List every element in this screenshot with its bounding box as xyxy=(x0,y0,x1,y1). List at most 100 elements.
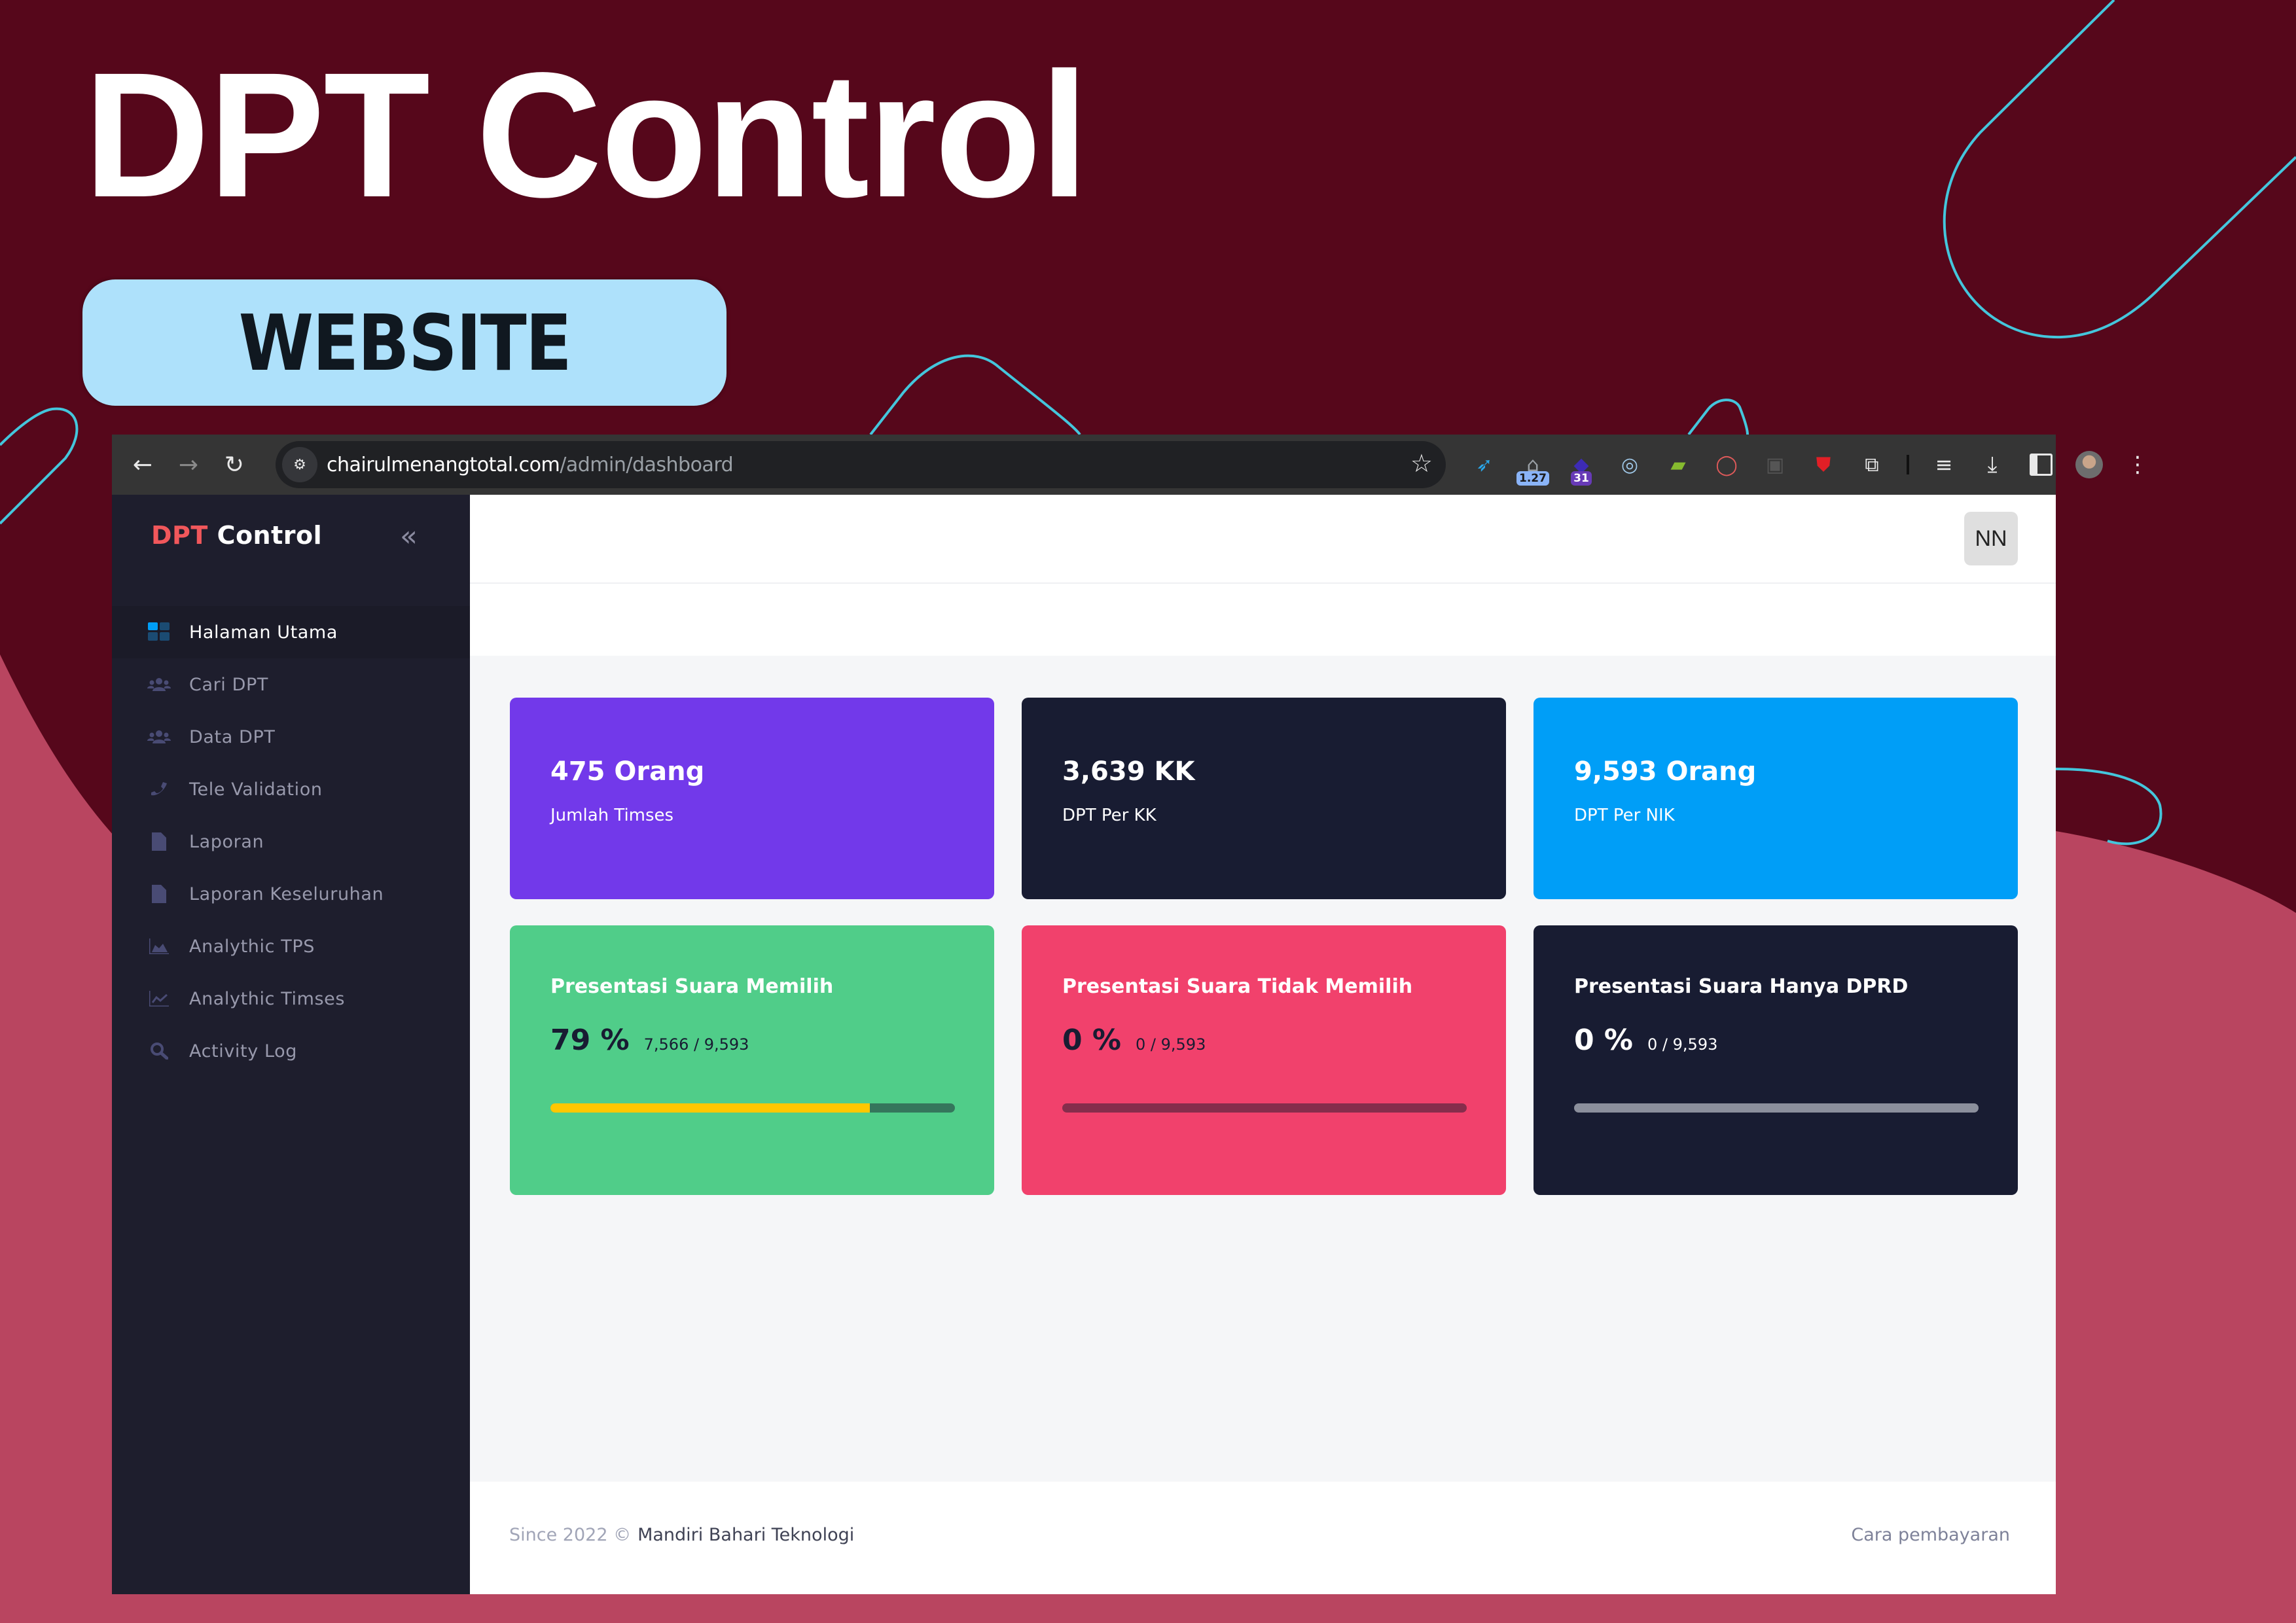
download-icon: ⤓ xyxy=(1987,452,1998,478)
sidebar-item-label: Cari DPT xyxy=(189,674,268,695)
browser-window: ← → ↻ ⚙ chairulmenangtotal.com/admin/das… xyxy=(112,435,2149,1594)
arrow-left-icon: ← xyxy=(132,451,153,478)
side-panel-icon xyxy=(2029,454,2053,476)
extension-calendar-button[interactable]: ◆ 31 xyxy=(1557,435,1605,495)
extension-ring-button[interactable]: ◎ xyxy=(1605,435,1654,495)
percentage-row: 0 % 0 / 9,593 xyxy=(1062,1024,1206,1057)
toolbar-separator xyxy=(1907,455,1909,474)
media-control-button[interactable]: ≡ xyxy=(1920,435,1968,495)
extension-xml-icon: ▰ xyxy=(1670,453,1686,476)
stat-card: 9,593 Orang DPT Per NIK xyxy=(1534,698,2018,899)
sidebar-item-analythic-tps[interactable]: Analythic TPS xyxy=(112,920,470,972)
search-icon xyxy=(146,1041,172,1061)
footer-copyright: Since 2022 © Mandiri Bahari Teknologi xyxy=(509,1525,854,1545)
extension-selenium-icon: ▣ xyxy=(1765,453,1785,476)
extension-opera-button[interactable]: ◯ xyxy=(1702,435,1751,495)
extension-badge: 31 xyxy=(1571,471,1592,486)
downloads-button[interactable]: ⤓ xyxy=(1968,435,2017,495)
percentage-card: Presentasi Suara Tidak Memilih 0 % 0 / 9,5… xyxy=(1022,925,1506,1195)
profile-button[interactable] xyxy=(2065,435,2113,495)
percentage-card: Presentasi Suara Hanya DPRD 0 % 0 / 9,593 xyxy=(1534,925,2018,1195)
url-text[interactable]: chairulmenangtotal.com/admin/dashboard xyxy=(327,453,734,476)
extensions-area: ➶ ⌂ 1.27 ◆ 31 ◎ ▰ ◯ ▣ ⛊ ⧉ ≡ ⤓ ⋮ xyxy=(1460,435,2162,495)
extension-csp-button[interactable]: ⛊ xyxy=(1799,435,1848,495)
progress-bar xyxy=(550,1103,955,1113)
file-icon xyxy=(146,884,172,904)
sidebar-item-laporan-keseluruhan[interactable]: Laporan Keseluruhan xyxy=(112,868,470,920)
stat-card: 3,639 KK DPT Per KK xyxy=(1022,698,1506,899)
footer: Since 2022 © Mandiri Bahari Teknologi Car… xyxy=(470,1482,2056,1594)
cyan-arch-center xyxy=(869,354,1081,436)
footer-payment-link[interactable]: Cara pembayaran xyxy=(1851,1525,2010,1545)
sidebar-item-label: Data DPT xyxy=(189,726,276,747)
user-avatar-button[interactable]: NN xyxy=(1964,512,2018,565)
sidebar-item-label: Analythic Timses xyxy=(189,988,346,1009)
cyan-loop-left xyxy=(0,407,79,525)
sidebar-item-tele-validation[interactable]: Tele Validation xyxy=(112,763,470,815)
sidebar-menu: Halaman Utama Cari DPT Data DPT Tele Valida… xyxy=(112,606,470,1077)
line-chart-icon xyxy=(146,989,172,1008)
area-chart-icon xyxy=(146,936,172,956)
extension-selenium-button[interactable]: ▣ xyxy=(1751,435,1799,495)
browser-menu-button[interactable]: ⋮ xyxy=(2113,435,2162,495)
percentage-card: Presentasi Suara Memilih 79 % 7,566 / 9,59… xyxy=(510,925,994,1195)
percentage-ratio: 7,566 / 9,593 xyxy=(643,1035,749,1054)
sidebar-item-analythic-timses[interactable]: Analythic Timses xyxy=(112,972,470,1025)
sidebar-item-label: Halaman Utama xyxy=(189,622,338,643)
extension-xml-button[interactable]: ▰ xyxy=(1654,435,1702,495)
percentage-value: 0 % xyxy=(1574,1024,1634,1057)
reload-icon: ↻ xyxy=(224,451,245,478)
footer-company-link[interactable]: Mandiri Bahari Teknologi xyxy=(637,1525,854,1545)
stat-value: 3,639 KK xyxy=(1062,757,1195,787)
extension-arrow-button[interactable]: ➶ xyxy=(1460,435,1509,495)
sidebar-item-label: Activity Log xyxy=(189,1041,297,1061)
promo-title: DPT Control xyxy=(84,35,1088,234)
sidebar-item-label: Laporan Keseluruhan xyxy=(189,883,384,904)
brand-control: Control xyxy=(217,521,323,550)
side-panel-button[interactable] xyxy=(2017,435,2065,495)
tune-icon: ⚙ xyxy=(293,456,306,473)
sidebar-item-laporan[interactable]: Laporan xyxy=(112,815,470,868)
promo-badge: WEBSITE xyxy=(82,279,726,406)
percentage-row: 79 % 7,566 / 9,593 xyxy=(550,1024,749,1057)
sidebar-item-data-dpt[interactable]: Data DPT xyxy=(112,711,470,763)
extension-csp-icon: ⛊ xyxy=(1816,453,1831,476)
pink-bottom-band xyxy=(0,1594,2296,1623)
profile-avatar-icon xyxy=(2075,451,2103,478)
cyan-loop-mid-right xyxy=(2055,768,2162,846)
url-path: /admin/dashboard xyxy=(560,453,734,476)
playlist-icon: ≡ xyxy=(1935,452,1953,477)
stat-card: 475 Orang Jumlah Timses xyxy=(510,698,994,899)
stat-label: Jumlah Timses xyxy=(550,806,674,825)
stat-label: DPT Per KK xyxy=(1062,806,1157,825)
double-chevron-left-icon: « xyxy=(400,520,418,553)
arrow-right-icon: → xyxy=(178,451,199,478)
dashboard-content: 475 Orang Jumlah Timses 3,639 KK DPT Per KK… xyxy=(470,656,2056,1482)
sidebar-brand[interactable]: DPT Control xyxy=(151,521,322,550)
forward-button[interactable]: → xyxy=(166,442,211,488)
toolbar-strip xyxy=(470,584,2056,656)
extensions-puzzle-button[interactable]: ⧉ xyxy=(1848,435,1896,495)
sidebar-item-halaman-utama[interactable]: Halaman Utama xyxy=(112,606,470,658)
progress-bar xyxy=(1062,1103,1467,1113)
stat-label: DPT Per NIK xyxy=(1574,806,1675,825)
collapse-sidebar-button[interactable]: « xyxy=(400,520,418,553)
cyan-loop-right xyxy=(1943,0,2296,339)
sidebar-item-label: Tele Validation xyxy=(189,779,323,800)
back-button[interactable]: ← xyxy=(120,442,166,488)
footer-since: Since 2022 © xyxy=(509,1525,632,1545)
reload-button[interactable]: ↻ xyxy=(211,442,257,488)
extensions-puzzle-icon: ⧉ xyxy=(1865,453,1879,476)
sidebar-item-cari-dpt[interactable]: Cari DPT xyxy=(112,658,470,711)
percentage-title: Presentasi Suara Memilih xyxy=(550,975,834,998)
pink-wave-shape-right xyxy=(2056,831,2296,1623)
percentage-ratio: 0 / 9,593 xyxy=(1136,1035,1206,1054)
bookmark-star-icon[interactable]: ☆ xyxy=(1410,449,1433,478)
brand-dpt: DPT xyxy=(151,521,208,550)
site-info-button[interactable]: ⚙ xyxy=(282,447,317,482)
sidebar-item-activity-log[interactable]: Activity Log xyxy=(112,1025,470,1077)
cyan-arch-small xyxy=(1687,399,1749,436)
extension-counter-button[interactable]: ⌂ 1.27 xyxy=(1509,435,1557,495)
address-bar[interactable]: ⚙ chairulmenangtotal.com/admin/dashboard… xyxy=(276,441,1446,488)
extension-badge: 1.27 xyxy=(1516,471,1549,486)
